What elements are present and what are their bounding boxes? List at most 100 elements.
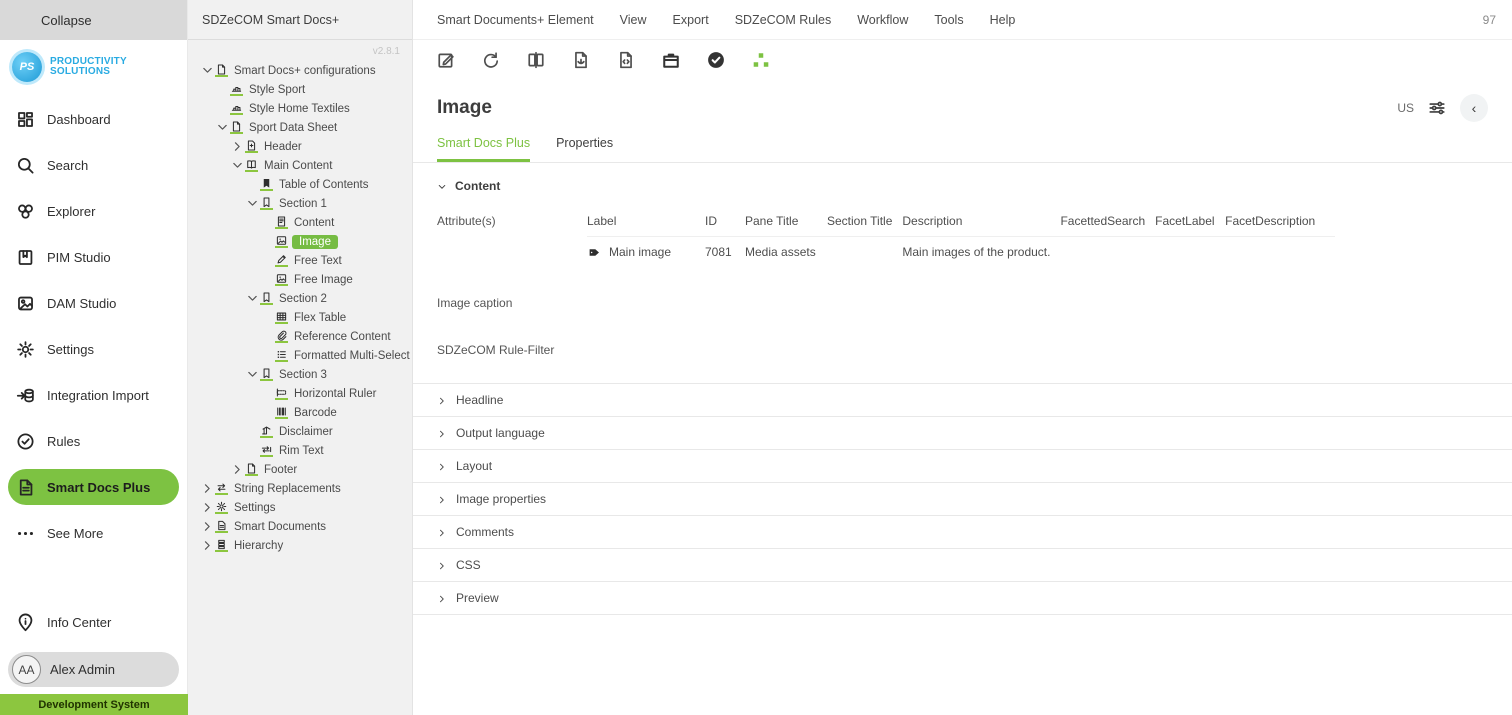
chevron-down-icon[interactable] (230, 159, 245, 172)
sidebar-item-settings[interactable]: Settings (8, 331, 179, 367)
tree-item-content[interactable]: Content (200, 213, 408, 232)
locale-selector[interactable]: US (1397, 101, 1414, 115)
attribute-row[interactable]: Main image 7081 Media assets Main images of… (587, 236, 1336, 263)
rim-text-icon (260, 444, 273, 457)
tree-item-section-3[interactable]: Section 3 (200, 365, 408, 384)
sidebar-item-pim-studio[interactable]: PIM Studio (8, 239, 179, 275)
menu-workflow[interactable]: Workflow (844, 13, 921, 27)
tree-item-smart-docs-configurations[interactable]: Smart Docs+ configurations (200, 61, 408, 80)
image-icon (275, 273, 288, 286)
briefcase-icon[interactable] (662, 51, 680, 69)
tree-item-rim-text[interactable]: Rim Text (200, 441, 408, 460)
content-doc-icon (275, 216, 288, 229)
chevron-down-icon[interactable] (200, 64, 215, 77)
tree-item-table-of-contents[interactable]: Table of Contents (200, 175, 408, 194)
menu-sdzecom-rules[interactable]: SDZeCOM Rules (722, 13, 845, 27)
tree-item-sport-data-sheet[interactable]: Sport Data Sheet (200, 118, 408, 137)
chevron-right-icon[interactable] (230, 463, 245, 476)
tree-item-main-content[interactable]: Main Content (200, 156, 408, 175)
chevron-right-icon[interactable] (230, 140, 245, 153)
chevron-right-icon[interactable] (200, 482, 215, 495)
chevron-right-icon[interactable] (200, 539, 215, 552)
tree-item-reference-content[interactable]: Reference Content (200, 327, 408, 346)
tree-item-free-image[interactable]: Free Image (200, 270, 408, 289)
tree-item-smart-documents[interactable]: Smart Documents (200, 517, 408, 536)
edit-icon[interactable] (437, 51, 455, 69)
column-header: FacetDescription (1225, 214, 1316, 228)
tree-item-horizontal-ruler[interactable]: Horizontal Ruler (200, 384, 408, 403)
sidebar-item-info-center[interactable]: Info Center (8, 604, 179, 640)
notification-count[interactable]: 97 (1483, 13, 1496, 27)
cell-text: Main image (609, 245, 672, 259)
style-icon (230, 83, 243, 96)
tree-item-formatted-multi-select[interactable]: Formatted Multi-Select (200, 346, 410, 365)
section-headline[interactable]: Headline (413, 384, 1512, 417)
sliders-icon[interactable] (1428, 99, 1446, 117)
user-menu[interactable]: AA Alex Admin (8, 652, 179, 687)
section-output-language[interactable]: Output language (413, 417, 1512, 450)
sidebar-item-smart-docs-plus[interactable]: Smart Docs Plus (8, 469, 179, 505)
menubar: Smart Documents+ Element View Export SDZeCO… (413, 0, 1512, 40)
header-actions: US ‹ (1397, 94, 1488, 122)
chevron-right-icon (437, 593, 447, 603)
sidebar-item-label: Explorer (47, 203, 96, 219)
section-image-properties[interactable]: Image properties (413, 483, 1512, 516)
brand-logo[interactable]: PS PRODUCTIVITY SOLUTIONS (0, 40, 187, 92)
tab-properties[interactable]: Properties (556, 136, 613, 162)
pdf-export-icon[interactable] (572, 51, 590, 69)
tree-item-image[interactable]: Image (200, 232, 408, 251)
tree-item-string-replacements[interactable]: String Replacements (200, 479, 408, 498)
tree-item-flex-table[interactable]: Flex Table (200, 308, 408, 327)
menu-export[interactable]: Export (660, 13, 722, 27)
section-comments[interactable]: Comments (413, 516, 1512, 549)
tree-item-header[interactable]: Header (200, 137, 408, 156)
chevron-right-icon[interactable] (200, 501, 215, 514)
menu-view[interactable]: View (607, 13, 660, 27)
tree-item-section-2[interactable]: Section 2 (200, 289, 408, 308)
menu-smart-documents-element[interactable]: Smart Documents+ Element (437, 13, 607, 27)
doc-plus-icon (245, 140, 258, 153)
menu-help[interactable]: Help (977, 13, 1029, 27)
section-content-header[interactable]: Content (437, 179, 1488, 193)
chevron-down-icon[interactable] (245, 197, 260, 210)
section-css[interactable]: CSS (413, 549, 1512, 582)
refresh-icon[interactable] (482, 51, 500, 69)
tree-item-footer[interactable]: Footer (200, 460, 408, 479)
section-preview[interactable]: Preview (413, 582, 1512, 615)
chevron-down-icon[interactable] (245, 292, 260, 305)
chevron-right-icon[interactable] (200, 520, 215, 533)
tree-item-style-sport[interactable]: Style Sport (200, 80, 408, 99)
tree-item-barcode[interactable]: Barcode (200, 403, 408, 422)
detail-header: Image US ‹ (413, 80, 1512, 122)
tree-item-disclaimer[interactable]: Disclaimer (200, 422, 408, 441)
version-label: v2.8.1 (372, 46, 400, 57)
tree-item-style-home-textiles[interactable]: Style Home Textiles (200, 99, 408, 118)
code-doc-icon[interactable] (617, 51, 635, 69)
check-circle-icon[interactable] (707, 51, 725, 69)
sitemap-icon[interactable] (752, 51, 770, 69)
sidebar-item-explorer[interactable]: Explorer (8, 193, 179, 229)
sidebar-item-search[interactable]: Search (8, 147, 179, 183)
sidebar-item-dashboard[interactable]: Dashboard (8, 101, 179, 137)
sidebar-item-integration-import[interactable]: Integration Import (8, 377, 179, 413)
tree-item-free-text[interactable]: Free Text (200, 251, 408, 270)
tree-item-settings[interactable]: Settings (200, 498, 408, 517)
tree-item-section-1[interactable]: Section 1 (200, 194, 408, 213)
chevron-down-icon[interactable] (215, 121, 230, 134)
tab-smart-docs-plus[interactable]: Smart Docs Plus (437, 136, 531, 162)
collapse-panel-button[interactable]: ‹ (1460, 94, 1488, 122)
section-label: Headline (456, 393, 504, 407)
sidebar-item-rules[interactable]: Rules (8, 423, 179, 459)
sidebar-item-dam-studio[interactable]: DAM Studio (8, 285, 179, 321)
tree-item-hierarchy[interactable]: Hierarchy (200, 536, 408, 555)
tree-item-label: Flex Table (294, 311, 347, 324)
compare-book-icon[interactable] (527, 51, 545, 69)
tree-item-label: Horizontal Ruler (294, 387, 377, 400)
collapse-button[interactable]: Collapse (0, 0, 187, 40)
chevron-down-icon[interactable] (245, 368, 260, 381)
menu-tools[interactable]: Tools (921, 13, 976, 27)
section-layout[interactable]: Layout (413, 450, 1512, 483)
tree-item-label: Free Image (294, 273, 353, 286)
sidebar-item-see-more[interactable]: See More (8, 515, 179, 551)
